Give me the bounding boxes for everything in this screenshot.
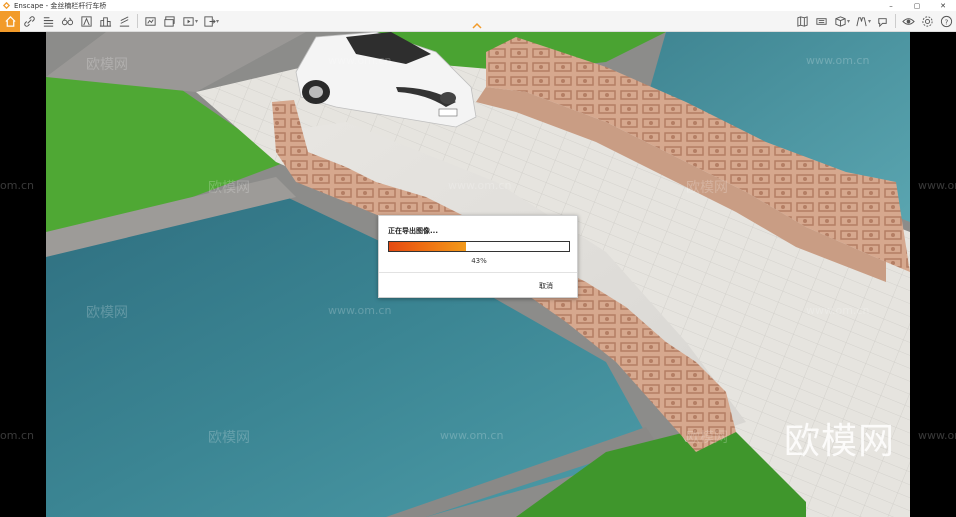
watermark-url: www.om.cn <box>328 304 392 317</box>
watermark-url: www.om.cn <box>918 429 956 442</box>
preferences-icon <box>922 15 933 27</box>
section-icon <box>119 15 130 27</box>
dialog-title: 正在导出图像... <box>388 227 438 235</box>
dialog-divider <box>379 272 577 273</box>
batch-render-icon <box>164 15 175 27</box>
link-button[interactable] <box>20 11 39 32</box>
watermark-url: www.om.cn <box>328 54 392 67</box>
material-icon <box>835 15 846 27</box>
binoculars-icon <box>61 16 74 25</box>
help-button[interactable]: ? <box>937 11 956 32</box>
watermark-text: 欧模网 <box>208 180 250 196</box>
section-button[interactable] <box>115 11 134 32</box>
maximize-button[interactable]: ▢ <box>904 0 930 11</box>
cancel-button[interactable]: 取消 <box>539 281 553 291</box>
video-editor-icon <box>183 16 194 26</box>
map-button[interactable] <box>793 11 812 32</box>
assets-button[interactable] <box>77 11 96 32</box>
watermark-url: www.om.cn <box>806 54 870 67</box>
assets-icon <box>81 15 92 27</box>
watermark-text: 欧模网 <box>86 57 128 73</box>
progress-percent: 43% <box>471 257 487 265</box>
visual-settings-button[interactable] <box>899 11 918 32</box>
watermark-text: 欧模网 <box>86 305 128 321</box>
view-icon <box>856 16 867 26</box>
toolbar-divider <box>137 14 138 28</box>
view-dropdown-icon[interactable]: ▾ <box>868 18 871 25</box>
panorama-icon <box>816 17 827 25</box>
progress-fill <box>389 242 466 251</box>
buildings-icon <box>99 16 112 27</box>
video-editor-dropdown-icon[interactable]: ▾ <box>195 18 198 25</box>
watermark-text: 欧模网 <box>208 430 250 446</box>
panorama-button[interactable] <box>812 11 831 32</box>
watermark-url: www.om.cn <box>448 179 512 192</box>
capture-icon <box>878 17 887 27</box>
settings-list-button[interactable] <box>39 11 58 32</box>
watermark-url: om.cn <box>0 429 34 442</box>
capture-button[interactable] <box>873 11 892 32</box>
watermark-text: 欧模网 <box>686 430 728 446</box>
window-title: Enscape - 金丝楠栏杆行车桥 <box>14 1 107 10</box>
export-progress-dialog: 正在导出图像... 43% 取消 <box>378 215 578 298</box>
watermark-text: 欧模网 <box>686 180 728 196</box>
help-icon: ? <box>940 15 953 27</box>
watermark-url: om.cn <box>0 179 34 192</box>
export-dropdown-icon[interactable]: ▾ <box>216 18 219 25</box>
visual-settings-icon <box>902 17 915 25</box>
settings-list-icon <box>43 16 54 27</box>
link-icon <box>24 15 35 27</box>
screenshot-icon <box>145 16 156 26</box>
binoculars-button[interactable] <box>58 11 77 32</box>
screenshot-button[interactable] <box>141 11 160 32</box>
svg-text:?: ? <box>945 17 949 26</box>
watermark-url: www.om.cn <box>440 429 504 442</box>
buildings-button[interactable] <box>96 11 115 32</box>
map-icon <box>797 15 808 27</box>
home-icon <box>4 15 16 27</box>
watermark-logo: 欧模网 <box>784 421 896 462</box>
material-dropdown-icon[interactable]: ▾ <box>847 18 850 25</box>
minimize-button[interactable]: – <box>878 0 904 11</box>
preferences-button[interactable] <box>918 11 937 32</box>
toolbar-divider-right <box>895 14 896 28</box>
close-button[interactable]: ✕ <box>930 0 956 11</box>
home-button[interactable] <box>0 10 20 32</box>
watermark-url: www.om.cn <box>806 304 870 317</box>
export-icon <box>204 15 216 27</box>
title-bar: Enscape - 金丝楠栏杆行车桥 – ▢ ✕ <box>0 0 956 11</box>
watermark-url: www.om.cn <box>918 179 956 192</box>
progress-bar <box>388 241 570 252</box>
collapse-toolbar-icon[interactable] <box>472 22 482 30</box>
batch-render-button[interactable] <box>160 11 179 32</box>
enscape-logo-icon <box>2 1 11 10</box>
